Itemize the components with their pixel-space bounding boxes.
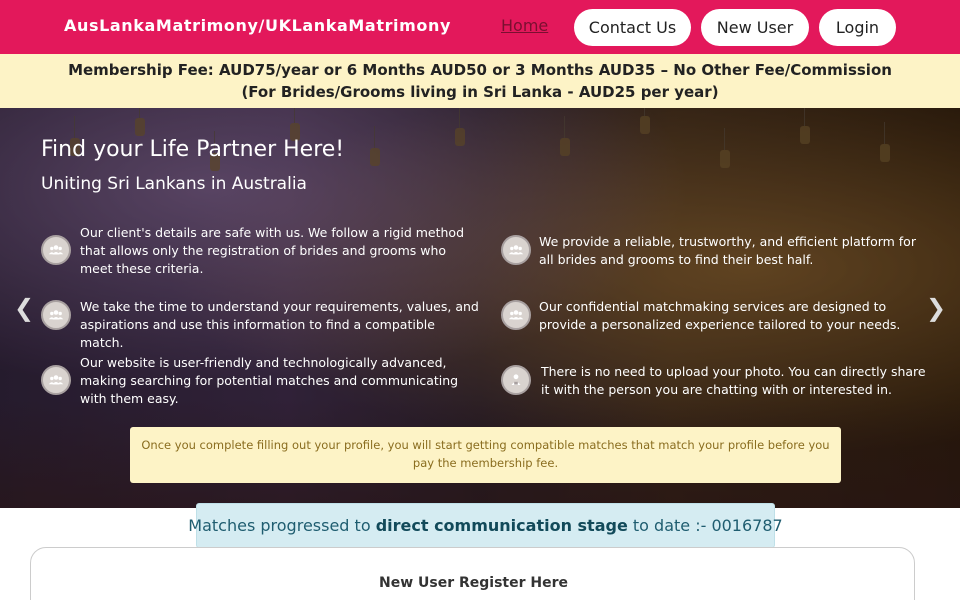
feature-text: Our website is user-friendly and technol…: [80, 355, 459, 406]
matches-suffix: to date :- 0016787: [627, 516, 783, 535]
users-icon: [501, 235, 531, 265]
profile-notice: Once you complete filling out your profi…: [130, 427, 841, 483]
register-card: New User Register Here: [30, 547, 915, 600]
feature-text: There is no need to upload your photo. Y…: [541, 364, 926, 397]
nav-home-link[interactable]: Home: [501, 16, 548, 35]
fee-line-2: (For Brides/Grooms living in Sri Lanka -…: [241, 83, 719, 101]
matches-highlight: direct communication stage: [375, 516, 628, 535]
membership-fee-banner: Membership Fee: AUD75/year or 6 Months A…: [0, 54, 960, 108]
brand-logo-text[interactable]: AusLankaMatrimony/UKLankaMatrimony: [64, 16, 451, 35]
new-user-button[interactable]: New User: [701, 9, 809, 46]
register-title: New User Register Here: [379, 575, 568, 591]
feature-text: We provide a reliable, trustworthy, and …: [539, 234, 916, 267]
contact-us-button[interactable]: Contact Us: [574, 9, 691, 46]
users-icon: [41, 365, 71, 395]
user-lock-icon: [501, 365, 531, 395]
fee-line-1: Membership Fee: AUD75/year or 6 Months A…: [68, 61, 892, 79]
users-icon: [41, 235, 71, 265]
users-icon: [501, 300, 531, 330]
top-navbar: AusLankaMatrimony/UKLankaMatrimony Home …: [0, 0, 960, 54]
matches-counter: Matches progressed to direct communicati…: [188, 503, 783, 548]
feature-text: Our client's details are safe with us. W…: [80, 225, 465, 276]
hero-subtitle: Uniting Sri Lankans in Australia: [41, 174, 307, 194]
feature-text: We take the time to understand your requ…: [80, 299, 479, 350]
feature-text: Our confidential matchmaking services ar…: [539, 299, 901, 332]
login-button[interactable]: Login: [819, 9, 896, 46]
chevron-right-icon[interactable]: ❯: [926, 296, 946, 320]
chevron-left-icon[interactable]: ❮: [14, 296, 34, 320]
users-icon: [41, 300, 71, 330]
matches-prefix: Matches progressed to: [188, 516, 376, 535]
hero-title: Find your Life Partner Here!: [41, 137, 345, 162]
